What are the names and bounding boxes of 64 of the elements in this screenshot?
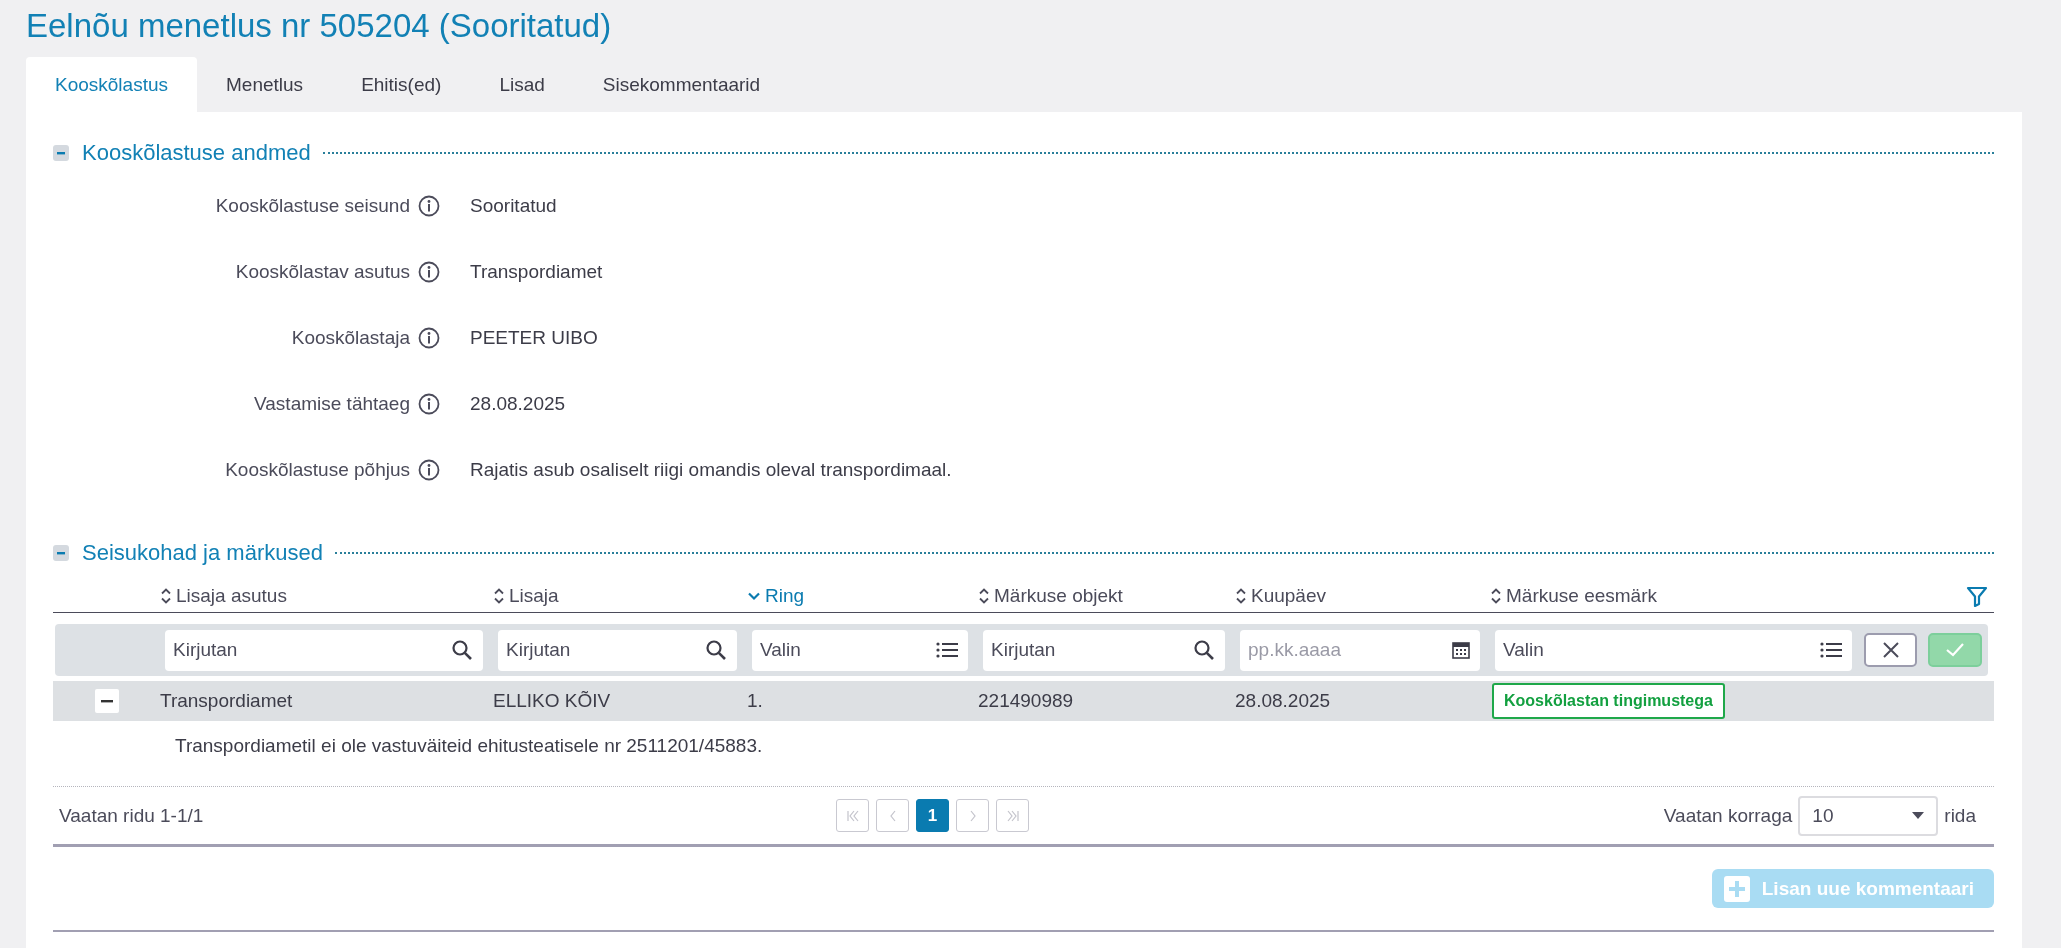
filter-icon[interactable] [1966, 585, 1988, 607]
table-cell-text: ELLIKO KÕIV [493, 690, 612, 712]
page-size-suffix: rida [1944, 804, 1976, 827]
table-cell-text: 1. [747, 690, 764, 712]
first-page-icon [845, 808, 860, 823]
search-field[interactable]: Kirjutan [498, 629, 737, 671]
field-value: PEETER UIBO [470, 327, 599, 349]
info-icon[interactable] [418, 261, 440, 283]
checkmark-icon [1945, 642, 1965, 658]
tab[interactable]: Menetlus [197, 57, 333, 112]
last-page-icon [1005, 808, 1020, 823]
search-field[interactable]: Kirjutan [983, 629, 1225, 671]
search-icon [451, 639, 473, 661]
collapse-icon[interactable] [53, 545, 69, 561]
page-button[interactable]: 1 [916, 799, 949, 832]
plus-icon [1723, 875, 1750, 902]
column-header[interactable]: Kuupäev [1235, 585, 1326, 607]
select-field[interactable]: Valin [1495, 629, 1852, 671]
tab[interactable]: Lisad [470, 57, 574, 112]
field-label: Vastamise tähtaeg [254, 393, 410, 415]
page-size-select[interactable]: 10 [1798, 795, 1939, 836]
date-field[interactable]: pp.kk.aaaa [1240, 629, 1480, 671]
field-label: Kooskõlastuse seisund [215, 195, 410, 217]
section-title: Kooskõlastuse andmed [82, 140, 311, 166]
tab[interactable]: Kooskõlastus [26, 57, 197, 112]
table-cell-text: 28.08.2025 [1235, 690, 1332, 712]
select-field[interactable]: Valin [752, 629, 968, 671]
table-cell-text: 221490989 [978, 690, 1075, 712]
search-field[interactable]: Kirjutan [165, 629, 483, 671]
info-icon[interactable] [418, 327, 440, 349]
column-header[interactable]: Märkuse eesmärk [1490, 585, 1657, 607]
field-label: Kooskõlastav asutus [235, 261, 410, 283]
column-header[interactable]: Märkuse objekt [978, 585, 1123, 607]
status-badge: Kooskõlastan tingimustega [1492, 683, 1725, 719]
list-icon [1820, 641, 1842, 659]
collapse-row-button[interactable] [94, 689, 119, 713]
list-icon [936, 641, 958, 659]
section-title: Seisukohad ja märkused [82, 540, 323, 566]
table-cell-text: Transpordiamet [160, 690, 294, 712]
tab[interactable]: Sisekommentaarid [573, 57, 790, 112]
field-value: Transpordiamet [470, 261, 604, 283]
field-label: Kooskõlastuse põhjus [225, 459, 410, 481]
search-icon [1193, 639, 1215, 661]
field-value: Rajatis asub osaliselt riigi omandis oleval transpordimaal. [470, 459, 953, 481]
column-header[interactable]: Lisaja asutus [160, 585, 287, 607]
page-title: Eelnõu menetlus nr 505204 (Sooritatud) [25, 6, 613, 46]
field-label: Kooskõlastaja [291, 327, 410, 349]
info-icon[interactable] [418, 459, 440, 481]
page-size-label: Vaatan korraga [1663, 804, 1793, 827]
close-icon [1881, 641, 1900, 659]
info-icon[interactable] [418, 195, 440, 217]
comment-text: Transpordiametil ei ole vastuväiteid ehitusteatisele nr 2511201/45883. [175, 735, 763, 756]
tab[interactable]: Ehitis(ed) [332, 57, 471, 112]
calendar-icon [1452, 641, 1470, 659]
row-count: Vaatan ridu 1-1/1 [58, 804, 205, 827]
clear-filter-button[interactable] [1864, 633, 1917, 667]
field-value: Sooritatud [470, 195, 558, 217]
column-header[interactable]: Lisaja [493, 585, 559, 607]
dropdown-caret-icon [1912, 812, 1925, 819]
column-header[interactable]: Ring [747, 585, 805, 607]
search-icon [705, 639, 727, 661]
info-icon[interactable] [418, 393, 440, 415]
field-value: 28.08.2025 [470, 393, 567, 415]
collapse-icon[interactable] [53, 145, 69, 161]
